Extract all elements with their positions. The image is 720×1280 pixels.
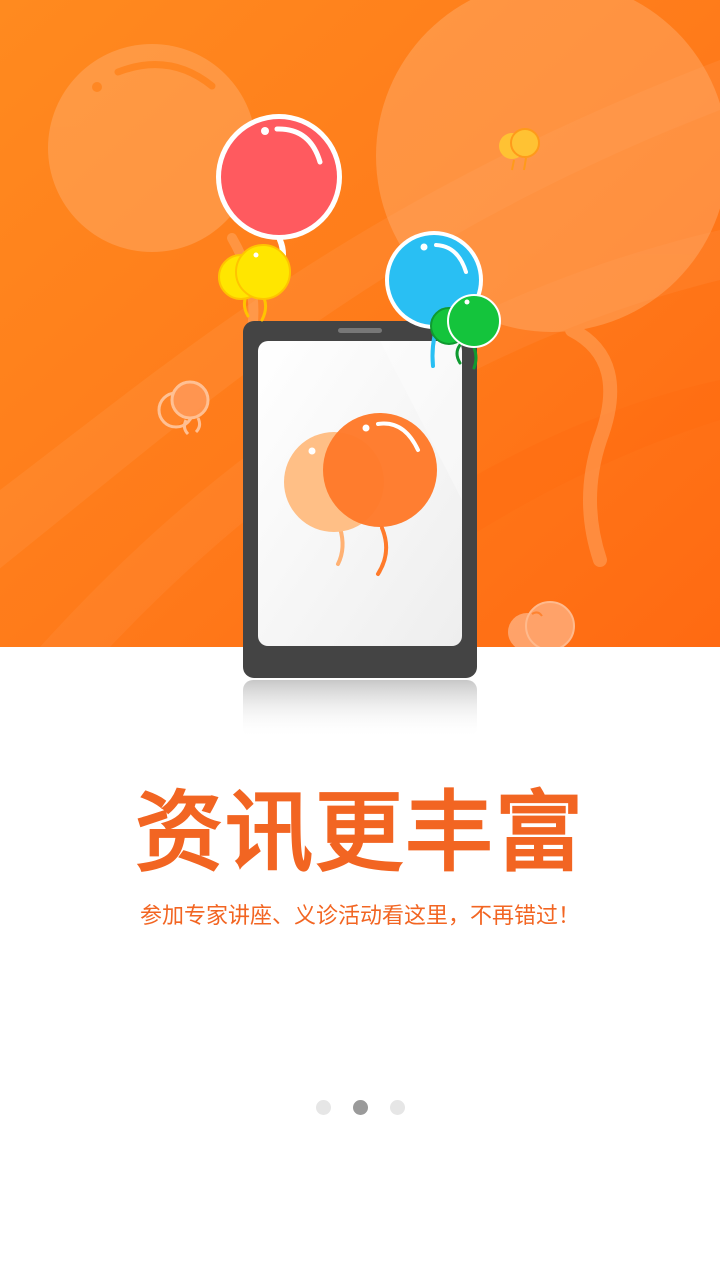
hero-background (0, 0, 720, 647)
page-title: 资讯更丰富 (134, 781, 585, 884)
page-indicator (0, 1099, 720, 1115)
page-dot-2[interactable] (352, 1099, 368, 1115)
page-dot-1[interactable] (315, 1099, 331, 1115)
onboarding-screen: 资讯更丰富 参加专家讲座、义诊活动看这里，不再错过！ (0, 0, 720, 1280)
page-subtitle: 参加专家讲座、义诊活动看这里，不再错过！ (139, 904, 580, 929)
phone-reflection (243, 680, 477, 738)
page-dot-3[interactable] (389, 1099, 405, 1115)
